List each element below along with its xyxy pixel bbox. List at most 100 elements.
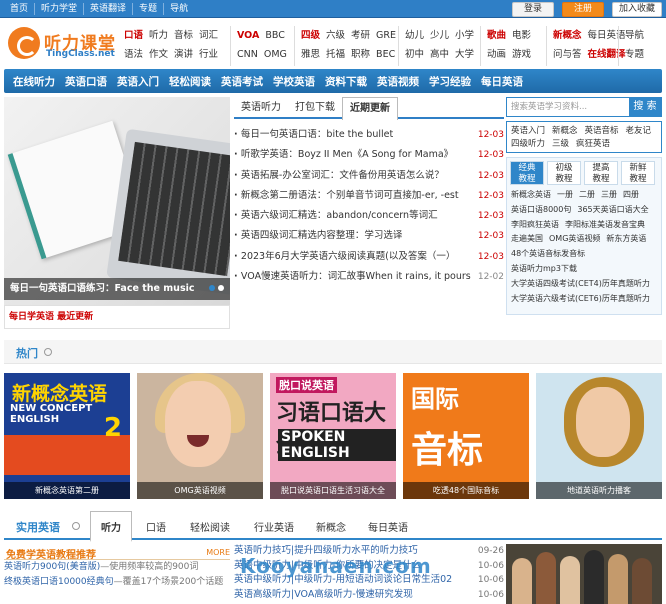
article-title[interactable]: 英语高级听力|VOA高级听力-慢速研究发现 (234, 588, 413, 603)
course-link[interactable]: 大学英语六级考试(CET6)历年真题听力 (511, 294, 650, 303)
top-nav-home[interactable]: 首页 (4, 3, 36, 15)
login-button[interactable]: 登录 (512, 2, 554, 17)
news-title[interactable]: 英语四级词汇精选内容整理：学习选译 (234, 226, 403, 246)
register-button[interactable]: 注册 (562, 2, 604, 17)
tag-link[interactable]: 疯狂英语 (576, 138, 610, 151)
quick-link[interactable]: 口语 (124, 30, 143, 41)
quick-link[interactable]: CNN (237, 49, 258, 60)
thumb-podcast[interactable]: 地道英语听力播客 (536, 373, 662, 499)
course-link[interactable]: 365天英语口语大全 (577, 205, 648, 214)
news-title[interactable]: VOA慢速英语听力：词汇故事When it rains, it pours (234, 267, 471, 287)
top-nav-topics[interactable]: 专题 (133, 3, 165, 15)
tab-bundle-download[interactable]: 打包下载 (288, 97, 342, 117)
news-item[interactable]: 每日一句英语口语：bite the bullet 12-03 (234, 125, 504, 145)
news-title[interactable]: 英语拓展-办公室词汇：文件备份用英语怎么说？ (234, 166, 444, 186)
tag-link[interactable]: 四级听力 (511, 138, 545, 151)
hero-caption[interactable]: 每日一句英语口语练习：Face the music (4, 278, 230, 300)
quick-link[interactable]: 小学 (455, 30, 474, 41)
search-input[interactable]: 搜索英语学习资料... (507, 98, 629, 116)
quick-link[interactable]: 歌曲 (487, 30, 506, 41)
course-link[interactable]: 48个英语音标发音标 (511, 249, 585, 258)
course-link[interactable]: 大学英语四级考试(CET4)历年真题听力 (511, 279, 650, 288)
quick-link[interactable]: 电影 (512, 30, 531, 41)
free-item[interactable]: 终极英语口语10000经典句—覆盖17个场景200个话题 (4, 575, 230, 590)
course-link[interactable]: 四册 (623, 190, 639, 199)
article-row[interactable]: 英语高级听力|VOA高级听力-慢速研究发现 10-06 (234, 588, 504, 603)
quick-link[interactable]: BBC (265, 30, 285, 41)
tag-link[interactable]: 老友记 (626, 125, 652, 138)
news-item[interactable]: VOA慢速英语听力：词汇故事When it rains, it pours 12-… (234, 267, 504, 287)
quick-link[interactable]: 初中 (405, 49, 424, 60)
circle-arrow-icon[interactable] (72, 522, 80, 530)
tab-listening[interactable]: 听力 (90, 511, 132, 542)
tab-recent-updates[interactable]: 近期更新 (342, 97, 398, 120)
tab-new-concept[interactable]: 新概念 (316, 519, 346, 534)
quick-link[interactable]: 语法 (124, 49, 143, 60)
course-link[interactable]: 李阳疯狂英语 (511, 220, 559, 229)
quick-link[interactable]: 游戏 (512, 49, 531, 60)
quick-link[interactable]: 音标 (174, 30, 193, 41)
quick-link[interactable]: 雅思 (301, 49, 320, 60)
news-title[interactable]: 2023年6月大学英语六级阅读真题(以及答案（一） (234, 247, 455, 267)
nav-daily-english[interactable]: 每日英语 (481, 74, 523, 89)
course-link[interactable]: 新概念英语 (511, 190, 551, 199)
quick-link[interactable]: 导航 (625, 30, 644, 41)
top-nav-translate[interactable]: 英语翻译 (84, 3, 134, 15)
course-tab[interactable]: 初级 教程 (547, 161, 581, 185)
quick-link[interactable]: 专题 (625, 49, 644, 60)
search-button[interactable]: 搜 索 (629, 98, 661, 116)
quick-link[interactable]: 幼儿 (405, 30, 424, 41)
quick-link[interactable]: VOA (237, 30, 259, 41)
nav-english-video[interactable]: 英语视频 (377, 74, 419, 89)
tab-easy-reading[interactable]: 轻松阅读 (190, 519, 230, 534)
free-item-title[interactable]: 英语听力900句(美音版) (4, 562, 100, 572)
course-tab[interactable]: 提高 教程 (584, 161, 618, 185)
course-link[interactable]: 英语听力mp3下载 (511, 264, 577, 273)
quick-link[interactable]: BEC (376, 49, 395, 60)
tag-link[interactable]: 新概念 (552, 125, 578, 138)
tag-link[interactable]: 三级 (552, 138, 569, 151)
quick-link[interactable]: 行业 (199, 49, 218, 60)
quick-link[interactable]: 托福 (326, 49, 345, 60)
add-favorite-button[interactable]: 加入收藏 (612, 2, 662, 17)
news-item[interactable]: 2023年6月大学英语六级阅读真题(以及答案（一） 12-03 (234, 247, 504, 267)
course-tab[interactable]: 新鲜 教程 (621, 161, 655, 185)
news-title[interactable]: 新概念第二册语法：个别单音节词可直接加-er, -est (234, 186, 459, 206)
course-link[interactable]: 李阳标准美语发音宝典 (565, 220, 645, 229)
course-link[interactable]: 新东方英语 (606, 234, 646, 243)
nav-learning-tips[interactable]: 学习经验 (429, 74, 471, 89)
nav-school-english[interactable]: 学校英语 (273, 74, 315, 89)
course-link[interactable]: 一册 (557, 190, 573, 199)
thumb-new-concept[interactable]: 新概念英语 NEW CONCEPT ENGLISH 2 新概念英语第二册 (4, 373, 130, 499)
thumb-omg-video[interactable]: OMG英语视频 (137, 373, 263, 499)
course-link[interactable]: 走遍美国 (511, 234, 543, 243)
news-title[interactable]: 听歌学英语：Boyz II Men《A Song for Mama》 (234, 145, 453, 165)
hero-slider[interactable]: 每日一句英语口语练习：Face the music 每日学英语 最近更新 (4, 97, 230, 329)
course-link[interactable]: OMG英语视频 (549, 234, 600, 243)
quick-link[interactable]: 听力 (149, 30, 168, 41)
news-item[interactable]: 英语四级词汇精选内容整理：学习选译 12-03 (234, 226, 504, 246)
tab-industry-english[interactable]: 行业英语 (254, 519, 294, 534)
course-link[interactable]: 英语口语8000句 (511, 205, 571, 214)
quick-link[interactable]: 高中 (430, 49, 449, 60)
nav-english-exams[interactable]: 英语考试 (221, 74, 263, 89)
quick-link[interactable]: 大学 (455, 49, 474, 60)
hero-subtitle[interactable]: 每日学英语 最近更新 (4, 305, 230, 329)
free-item[interactable]: 英语听力900句(美音版)—使用频率较高的900词 (4, 560, 230, 575)
circle-arrow-icon[interactable] (44, 348, 52, 356)
more-link[interactable]: MORE (206, 548, 230, 557)
thumb-idioms[interactable]: 脱口说英语 习语口语大全 SPOKEN ENGLISH 脱口说英语口语生活习语大… (270, 373, 396, 499)
friends-photo[interactable] (506, 544, 662, 604)
course-link[interactable]: 二册 (579, 190, 595, 199)
quick-link[interactable]: 问与答 (553, 49, 582, 60)
news-title[interactable]: 英语六级词汇精选：abandon/concern等词汇 (234, 206, 438, 226)
quick-link[interactable]: OMG (264, 49, 287, 60)
quick-link[interactable]: 四级 (301, 30, 320, 41)
tab-english-listening[interactable]: 英语听力 (234, 97, 288, 117)
thumb-phonetics[interactable]: 国际 音标 吃透48个国际音标 (403, 373, 529, 499)
free-item-title[interactable]: 终极英语口语10000经典句 (4, 577, 114, 587)
tag-link[interactable]: 英语音标 (585, 125, 619, 138)
quick-link[interactable]: GRE (376, 30, 396, 41)
quick-link[interactable]: 词汇 (199, 30, 218, 41)
top-nav-listening[interactable]: 听力学堂 (35, 3, 85, 15)
